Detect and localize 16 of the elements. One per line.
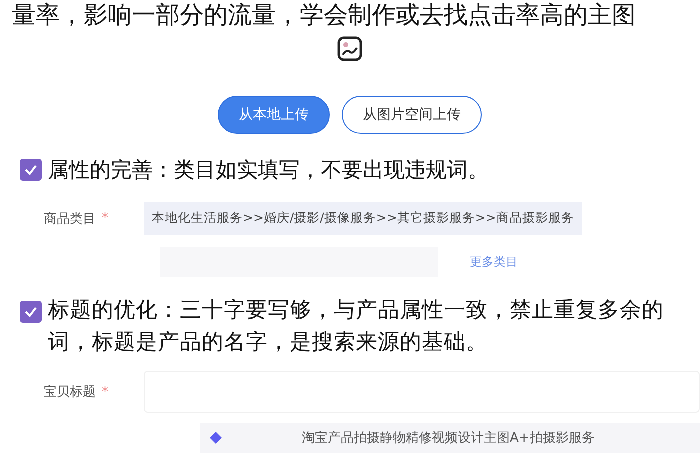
image-icon — [337, 36, 363, 62]
suggestion-text: 淘宝产品拍摄静物精修视频设计主图A+拍摄影服务 — [302, 430, 595, 447]
paragraph-text: 量率，影响一部分的流量，学会制作或去找点击率高的主图 — [11, 0, 637, 30]
field-label: 宝贝标题 — [44, 384, 96, 401]
point-text: 属性的完善：类目如实填写，不要出现违规词。 — [48, 157, 489, 184]
field-label: 商品类目 — [44, 210, 96, 228]
required-mark: * — [102, 384, 110, 400]
diamond-icon — [210, 432, 222, 444]
required-mark: * — [102, 211, 110, 226]
check-icon — [24, 305, 38, 319]
upload-button[interactable]: 从本地上传 — [218, 96, 330, 134]
point-text: 标题的优化：三十字要写够，与产品属性一致，禁止重复多余的词，标题是产品的名字，是搜索来源的基础。 — [48, 297, 665, 357]
check-icon — [24, 163, 38, 177]
suggestion-bar[interactable]: 淘宝产品拍摄静物精修视频设计主图A+拍摄影服务 — [200, 423, 700, 453]
upload-button[interactable]: 从图片空间上传 — [342, 96, 482, 134]
category-field[interactable]: 本地化生活服务>>婚庆/摄影/摄像服务>>其它摄影服务>>商品摄影服务 — [144, 202, 582, 235]
